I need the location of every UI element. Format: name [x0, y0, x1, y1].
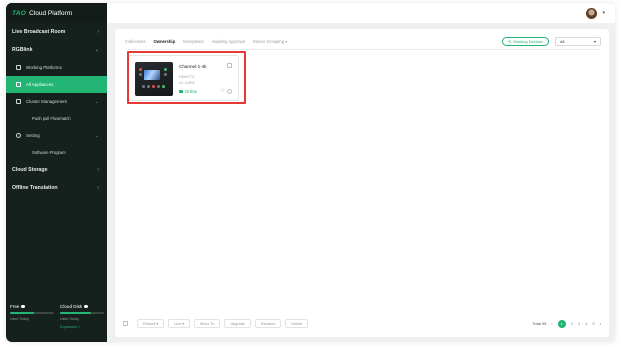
storage-cloud-fill — [60, 312, 91, 314]
main-panel: Collections Ownership Exceptions Awaitin… — [115, 29, 609, 337]
sidebar-item-cloud-storage[interactable]: Cloud Storage › — [6, 161, 107, 179]
sidebar: TAO Cloud Platform Live Broadcast Room ›… — [6, 3, 107, 342]
page-5[interactable]: 5 — [592, 321, 594, 326]
storage-free: Free Used Today — [10, 304, 54, 321]
cluster-icon — [16, 99, 21, 104]
expansion-link[interactable]: Expansion > — [60, 325, 104, 329]
sidebar-item-label: All Appliances — [26, 82, 54, 87]
pagination: Total 95 ‹ 1 2 3 4 5 › — [532, 319, 601, 328]
page-3[interactable]: 3 — [578, 321, 580, 326]
tab-label: Device Grouping — [252, 39, 285, 44]
page-1[interactable]: 1 — [557, 319, 566, 328]
chevron-right-icon: › — [97, 167, 99, 173]
device-tabs: Collections Ownership Exceptions Awaitin… — [125, 39, 287, 44]
caret-down-icon: ▾ — [182, 322, 185, 326]
chevron-left-icon[interactable]: ‹ — [551, 321, 552, 326]
info-icon — [84, 304, 88, 309]
chevron-down-icon: ▾ — [593, 39, 596, 44]
reboot-button[interactable]: Reboot ▾ — [137, 319, 165, 328]
chevron-right-icon[interactable]: › — [600, 321, 601, 326]
sidebar-item-all-appliances[interactable]: All Appliances — [6, 76, 107, 93]
list-footer: Reboot ▾ Live ▾ Move To Upgrade Rename D… — [123, 319, 601, 329]
reboot-button-label: Reboot — [143, 321, 156, 326]
sidebar-item-label: Setting — [26, 133, 40, 138]
tab-device-grouping[interactable]: Device Grouping ▾ — [253, 39, 287, 44]
avatar[interactable] — [586, 8, 597, 19]
sidebar-item-label: Cluster Management — [26, 99, 67, 104]
total-count: Total 95 — [532, 321, 547, 326]
select-all-checkbox[interactable] — [123, 321, 128, 326]
tab-ownership[interactable]: Ownership — [153, 39, 175, 44]
platform-icon — [16, 65, 21, 70]
chevron-down-icon: ⌄ — [94, 132, 99, 139]
upgrade-button[interactable]: Upgrade — [224, 319, 252, 328]
live-button-label: Live — [174, 321, 182, 326]
filter-icon: ⟲ — [507, 39, 512, 44]
app-title: Cloud Platform — [29, 9, 73, 17]
chevron-down-icon: ⌄ — [94, 98, 99, 105]
live-button[interactable]: Live ▾ — [168, 319, 191, 328]
sidebar-item-label: Push pull Flowmatch — [32, 116, 71, 121]
chevron-right-icon: › — [97, 185, 99, 191]
sidebar-item-label: Software Program — [32, 150, 66, 155]
chevron-right-icon: › — [97, 29, 99, 35]
sidebar-item-working-platforms[interactable]: Working Platforms — [6, 59, 107, 76]
grid-icon — [16, 82, 21, 87]
sidebar-item-offline-translation[interactable]: Offline Translation › — [6, 179, 107, 197]
tab-awaiting-approval[interactable]: Awaiting Approval — [212, 39, 245, 44]
sidebar-item-push-pull-flowmatch[interactable]: Push pull Flowmatch — [6, 110, 107, 127]
app-logo: TAO Cloud Platform — [6, 3, 107, 23]
sidebar-item-label: Live Broadcast Room — [12, 29, 66, 35]
storage-cloud-bar — [60, 312, 104, 314]
device-filter-select[interactable]: All ▾ — [555, 37, 601, 46]
storage-cloud-title: Cloud Disk — [60, 304, 83, 309]
storage-cloud-disk: Cloud Disk Used Today Expansion > — [60, 304, 104, 329]
storage-cloud-sub: Used Today — [60, 317, 79, 321]
sidebar-item-live-broadcast-room[interactable]: Live Broadcast Room › — [6, 23, 107, 41]
filter-select-value: All — [560, 39, 565, 44]
tab-divider — [125, 49, 601, 50]
sidebar-item-rgblink[interactable]: RGBlink ⌄ — [6, 41, 107, 59]
rename-button[interactable]: Rename — [255, 319, 282, 328]
logo-mark: TAO — [12, 9, 27, 17]
app-window: TAO Cloud Platform Live Broadcast Room ›… — [6, 3, 615, 342]
sidebar-item-label: Cloud Storage — [12, 167, 48, 173]
sidebar-item-label: Offline Translation — [12, 185, 58, 191]
move-to-button[interactable]: Move To — [194, 319, 221, 328]
page-2[interactable]: 2 — [571, 321, 573, 326]
storage-free-sub: Used Today — [10, 317, 29, 321]
tab-exceptions[interactable]: Exceptions — [183, 39, 203, 44]
bulk-actions: Reboot ▾ Live ▾ Move To Upgrade Rename D… — [137, 319, 309, 328]
caret-down-icon: ▾ — [156, 322, 159, 326]
page-4[interactable]: 4 — [585, 321, 587, 326]
working-devices-filter-button[interactable]: ⟲ Working Devices — [501, 37, 549, 46]
storage-free-fill — [10, 312, 35, 314]
caret-down-icon: ▾ — [285, 39, 288, 44]
sidebar-item-cluster-management[interactable]: Cluster Management ⌄ — [6, 93, 107, 110]
gear-icon — [16, 133, 21, 138]
storage-free-bar — [10, 312, 54, 314]
delete-button[interactable]: Delete — [285, 319, 309, 328]
info-icon — [21, 304, 25, 309]
tab-collections[interactable]: Collections — [125, 39, 145, 44]
chevron-down-icon[interactable]: ▾ — [602, 10, 605, 16]
sidebar-item-setting[interactable]: Setting ⌄ — [6, 127, 107, 144]
chevron-down-icon: ⌄ — [94, 47, 99, 53]
sidebar-item-label: Working Platforms — [26, 65, 62, 70]
sidebar-item-label: RGBlink — [12, 47, 33, 53]
storage-free-title: Free — [10, 304, 20, 309]
filter-button-label: Working Devices — [513, 39, 543, 44]
storage-summary: Free Used Today Cloud Disk Used Today Ex… — [10, 304, 104, 338]
top-header: ▾ — [107, 3, 615, 23]
highlight-box — [127, 51, 246, 104]
sidebar-item-software-program[interactable]: Software Program — [6, 144, 107, 161]
